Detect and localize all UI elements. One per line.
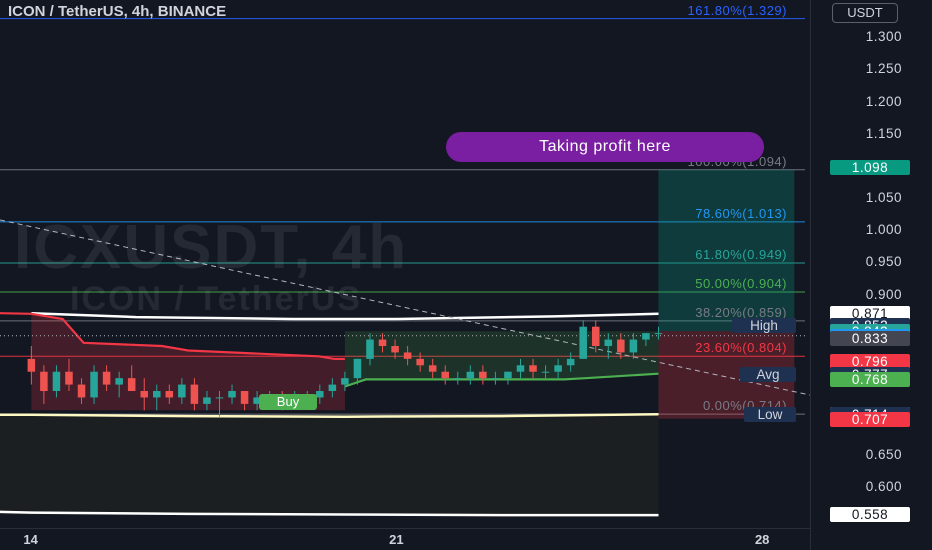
y-tick-label: 1.250 — [865, 61, 902, 77]
y-tick-label: 1.050 — [865, 190, 902, 206]
candle-body — [391, 345, 399, 353]
candle-body — [240, 391, 249, 404]
price-badge: 0.707 — [830, 411, 910, 427]
fib-level-label: 78.60%(1.013) — [695, 205, 787, 221]
x-tick-label: 28 — [754, 532, 770, 547]
candle-body — [165, 391, 174, 398]
time-axis[interactable]: 14 21 28 — [0, 528, 810, 550]
bull-fill — [344, 331, 659, 387]
candle-body — [454, 378, 462, 380]
low-tag: Low — [744, 407, 796, 423]
candle-body — [617, 339, 625, 353]
candle-body — [541, 371, 550, 373]
candle-body — [604, 339, 613, 346]
candle-body — [441, 371, 450, 379]
band-fill — [0, 414, 659, 515]
symbol-watermark: ICXUSDT, 4h — [14, 213, 409, 282]
candle-body — [215, 397, 224, 399]
y-tick-label: 1.200 — [865, 93, 902, 109]
candle-body — [127, 378, 136, 392]
candle-body — [353, 358, 362, 379]
y-tick-label: 1.000 — [865, 222, 902, 238]
candle-body — [403, 352, 412, 359]
candle-body — [228, 391, 236, 398]
candle-body — [529, 365, 537, 372]
price-axis[interactable]: 1.300 1.250 1.200 1.150 1.050 1.000 0.950 0.900… — [810, 0, 932, 550]
name-watermark: ICON / TetherUS — [70, 280, 362, 318]
fib-level-label: 61.80%(0.949) — [695, 247, 787, 263]
fib-level-label: 50.00%(0.904) — [695, 275, 787, 291]
taking-profit-callout[interactable]: Taking profit here — [446, 132, 764, 162]
buy-signal-label: Buy — [259, 394, 317, 410]
currency-selector[interactable]: USDT — [832, 3, 898, 23]
candle-body — [566, 358, 575, 366]
x-tick-label: 14 — [23, 532, 38, 547]
y-tick-label: 1.300 — [865, 29, 902, 45]
candle-body — [65, 371, 73, 385]
candle-body — [554, 365, 562, 372]
y-tick-label: 0.600 — [865, 479, 902, 495]
y-tick-label: 1.150 — [865, 125, 902, 141]
avg-tag: Avg — [740, 366, 796, 382]
candle-body — [428, 365, 437, 372]
candle-body — [102, 371, 111, 385]
candle-body — [27, 358, 36, 372]
candle-body — [77, 384, 86, 398]
high-tag: High — [732, 318, 796, 334]
y-tick-label: 0.900 — [865, 286, 902, 302]
candle-body — [654, 333, 663, 335]
candle-body — [366, 339, 374, 359]
price-badge: 1.098 — [830, 160, 910, 176]
candle-body — [629, 339, 638, 353]
candle-body — [341, 378, 349, 385]
candle-body — [642, 333, 650, 340]
candle-body — [190, 384, 199, 404]
price-badge: 0.833 — [830, 330, 910, 346]
candle-body — [591, 326, 600, 346]
candle-body — [40, 371, 48, 392]
candle-body — [416, 358, 424, 366]
candle-body — [153, 391, 161, 398]
candle-body — [316, 391, 324, 398]
candle-body — [178, 384, 186, 398]
candle-body — [504, 371, 512, 379]
candle-body — [516, 365, 525, 372]
candle-body — [579, 326, 587, 359]
candle-body — [378, 339, 387, 346]
chart-title[interactable]: ICON / TetherUS, 4h, BINANCE — [8, 3, 226, 20]
fib-level-label: 161.80%(1.329) — [687, 2, 787, 18]
candle-body — [328, 384, 337, 392]
candle-body — [491, 378, 500, 380]
chart-area[interactable]: ICXUSDT, 4h ICON / TetherUS ICON / Tethe… — [0, 0, 810, 528]
candle-body — [115, 378, 123, 385]
y-tick-label: 0.650 — [865, 447, 902, 463]
candle-body — [140, 391, 148, 398]
fib-level-label: 23.60%(0.804) — [695, 340, 787, 356]
candle-body — [90, 371, 98, 398]
price-badge: 0.768 — [830, 372, 910, 388]
y-tick-label: 0.950 — [865, 254, 902, 270]
candle-body — [479, 371, 487, 379]
x-tick-label: 21 — [389, 532, 404, 547]
candle-body — [203, 397, 211, 404]
candle-body — [466, 371, 475, 379]
candle-body — [52, 371, 61, 392]
price-badge: 0.558 — [830, 507, 910, 523]
